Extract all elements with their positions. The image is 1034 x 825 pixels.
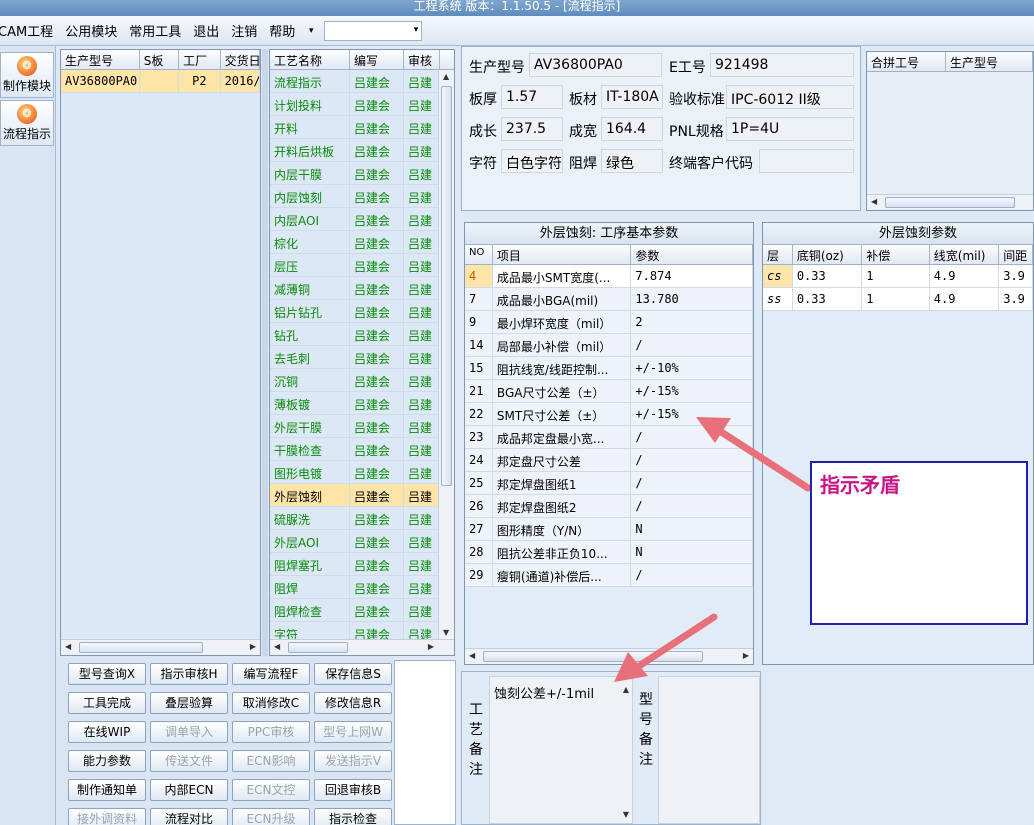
annotation-arrows bbox=[614, 417, 812, 682]
annotation-arrow-bottom bbox=[614, 613, 718, 682]
annotation-box: 指示矛盾 bbox=[810, 461, 1028, 625]
annotation-text: 指示矛盾 bbox=[820, 473, 900, 497]
annotation-arrow-top bbox=[696, 417, 812, 492]
